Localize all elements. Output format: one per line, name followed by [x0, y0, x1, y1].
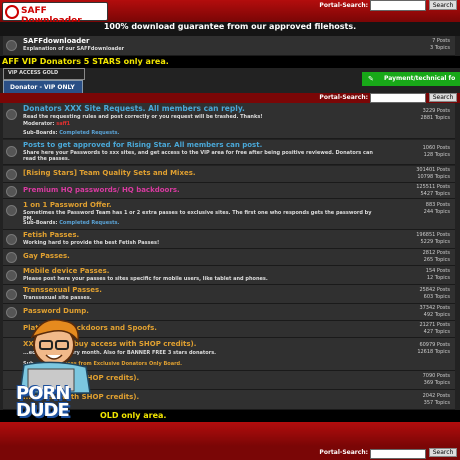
- forum-stats: 154 Posts 12 Topics: [425, 268, 450, 281]
- forum-stats: 7090 Posts 369 Topics: [422, 373, 450, 386]
- forum-stats: 7 Posts 3 Topics: [430, 38, 450, 51]
- forum-row[interactable]: 1 on 1 Password Offer. Sometimes the Pas…: [3, 199, 455, 230]
- vip-access-banner[interactable]: VIP ACCESS GOLD: [3, 68, 85, 80]
- footer-search-bar: Portal-Search: Search: [0, 446, 460, 460]
- forum-title[interactable]: [Rising Stars] Team Quality Sets and Mix…: [23, 169, 196, 177]
- site-logo[interactable]: SAFF Downloader: [2, 2, 108, 26]
- forum-stats: 21271 Posts 427 Topics: [419, 322, 450, 335]
- forum-description: Transsexual site passes.: [23, 295, 92, 301]
- forum-stats: 3229 Posts 2881 Topics: [420, 108, 451, 121]
- forum-title[interactable]: 1 on 1 Password Offer.: [23, 201, 112, 209]
- site-header: SAFF Downloader Portal-Search: Search: [0, 0, 460, 26]
- forum-status-icon: [6, 146, 17, 157]
- portal-search-label: Portal-Search:: [319, 449, 368, 456]
- forum-title[interactable]: Password Dump.: [23, 307, 89, 315]
- forum-stats: 883 Posts 244 Topics: [423, 202, 450, 215]
- forum-status-icon: [6, 186, 17, 197]
- forum-stats: 2042 Posts 357 Topics: [422, 393, 450, 406]
- forum-status-icon: [6, 109, 17, 120]
- forum-status-icon: [6, 234, 17, 245]
- vip-area-banner: AFF VIP Donators 5 STARS only area.: [0, 56, 460, 68]
- forum-status-icon: [6, 289, 17, 300]
- forum-moderator: Moderator: saff1: [23, 121, 71, 127]
- forum-title[interactable]: Fetish Passes.: [23, 231, 79, 239]
- forum-title[interactable]: Transsexual Passes.: [23, 286, 102, 294]
- portal-search-button[interactable]: Search: [429, 93, 457, 102]
- portal-search-button[interactable]: Search: [429, 448, 457, 457]
- forum-row[interactable]: Fetish Passes. Working hard to provide t…: [3, 230, 455, 249]
- forum-row[interactable]: SAFFdownloader Explanation of our SAFFdo…: [3, 36, 455, 56]
- sub-boards[interactable]: Sub-Boards: Completed Requests.: [23, 220, 119, 226]
- forum-stats: 125511 Posts 5427 Topics: [416, 184, 450, 197]
- forum-title[interactable]: Posts to get approved for Rising Star. A…: [23, 141, 262, 149]
- forum-stats: 37342 Posts 492 Topics: [419, 305, 450, 318]
- forum-row[interactable]: Mobile device Passes. Please post here y…: [3, 266, 455, 285]
- vip-area-text: AFF VIP Donators 5 STARS only area.: [2, 57, 169, 66]
- forum-stats: 301401 Posts 10798 Topics: [416, 167, 450, 180]
- forum-title[interactable]: Gay Passes.: [23, 252, 70, 260]
- forum-title[interactable]: Premium HQ passwords/ HQ backdoors.: [23, 186, 180, 194]
- forum-description: Share here your Passwords to xxx sites, …: [23, 150, 373, 162]
- forum-stats: 25842 Posts 603 Topics: [419, 287, 450, 300]
- forum-status-icon: [6, 205, 17, 216]
- portal-search-input[interactable]: [370, 449, 426, 459]
- forum-title[interactable]: Donators XXX Site Requests. All members …: [23, 104, 245, 113]
- portal-search-input[interactable]: [370, 0, 426, 11]
- portal-search-input[interactable]: [370, 93, 426, 103]
- forum-description: Please post here your passes to sites sp…: [23, 276, 268, 282]
- forum-status-icon: [6, 252, 17, 263]
- forum-row[interactable]: Gay Passes. 2812 Posts 265 Topics: [3, 249, 455, 266]
- forum-stats: 2812 Posts 265 Topics: [422, 250, 450, 263]
- forum-status-icon: [6, 270, 17, 281]
- chat-icon: ✎: [368, 75, 374, 83]
- forum-row[interactable]: [Rising Stars] Team Quality Sets and Mix…: [3, 166, 455, 183]
- forum-stats: 196851 Posts 5229 Topics: [416, 232, 450, 245]
- forum-stats: 60979 Posts 12618 Topics: [417, 342, 450, 355]
- payment-support-button[interactable]: ✎ Payment/technical fo: [362, 72, 460, 86]
- forum-status-icon: [6, 169, 17, 180]
- forum-status-icon: [6, 40, 17, 51]
- forum-row[interactable]: Posts to get approved for Rising Star. A…: [3, 140, 455, 165]
- sub-boards[interactable]: Sub-Boards: Completed Requests.: [23, 130, 119, 136]
- forum-description: Explanation of our SAFFdownloader: [23, 46, 125, 52]
- mascot-title: PORN DUDE: [16, 383, 70, 421]
- forum-title[interactable]: SAFFdownloader: [23, 37, 89, 45]
- forum-description: Working hard to provide the best Fetish …: [23, 240, 160, 246]
- mascot-ad[interactable]: THE PORN DUDE: [2, 315, 122, 425]
- portal-search-label: Portal-Search:: [319, 2, 368, 9]
- forum-description: Read the requesting rules and post corre…: [23, 114, 263, 120]
- forum-row[interactable]: Transsexual Passes. Transsexual site pas…: [3, 285, 455, 304]
- forum-search-bar: Portal-Search: Search: [0, 93, 460, 103]
- guarantee-banner: 100% download guarantee from our approve…: [0, 22, 460, 36]
- portal-search-label: Portal-Search:: [319, 94, 368, 101]
- forum-title[interactable]: Mobile device Passes.: [23, 267, 109, 275]
- forum-row[interactable]: Premium HQ passwords/ HQ backdoors. 1255…: [3, 183, 455, 199]
- forum-row[interactable]: Donators XXX Site Requests. All members …: [3, 103, 455, 139]
- logo-ring-icon: [5, 5, 19, 19]
- portal-search-button[interactable]: Search: [429, 0, 457, 10]
- forum-stats: 1060 Posts 128 Topics: [422, 145, 450, 158]
- footer-band: [0, 422, 460, 446]
